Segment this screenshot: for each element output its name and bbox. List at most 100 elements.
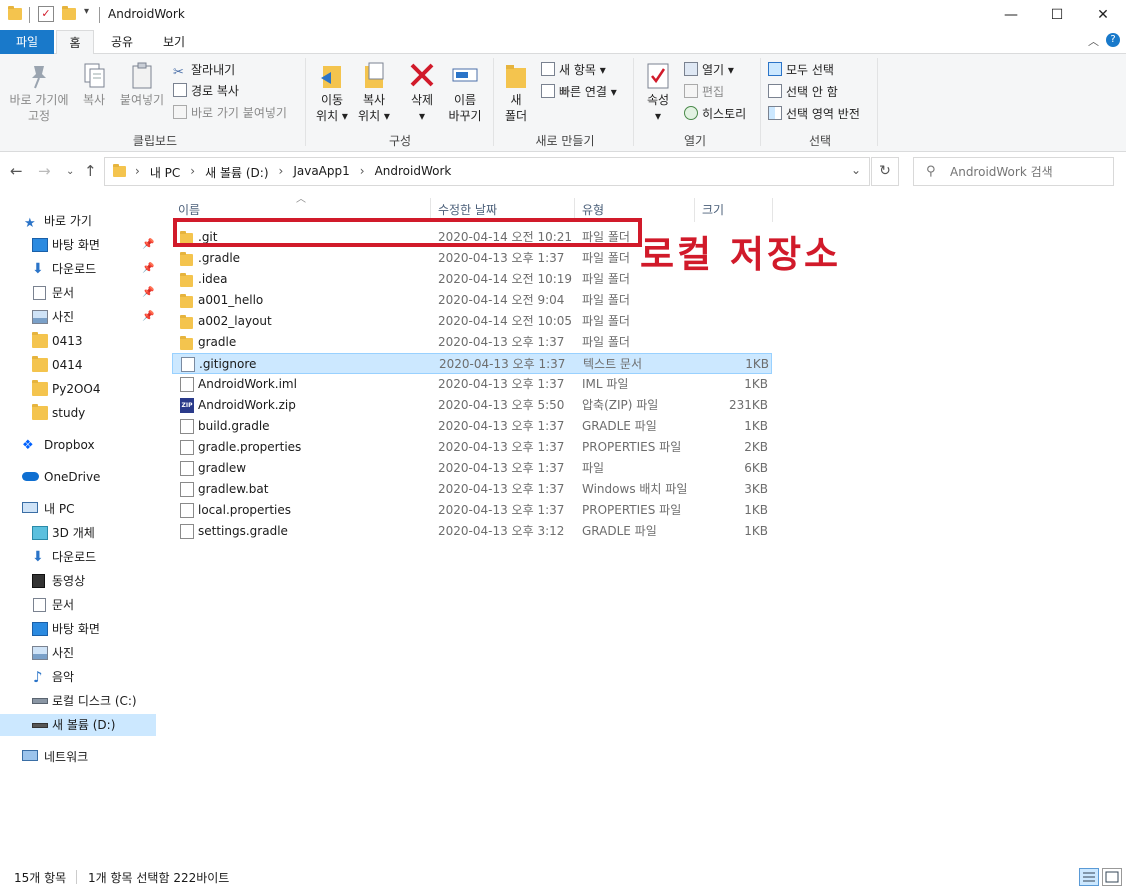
paste-shortcut-button[interactable]: 바로 가기 붙여넣기 <box>173 103 287 123</box>
nav-onedrive[interactable]: OneDrive <box>0 466 156 488</box>
tab-share[interactable]: 공유 <box>102 30 142 54</box>
nav-item-pc-pictures[interactable]: 사진 <box>0 642 156 664</box>
tab-file[interactable]: 파일 <box>0 30 54 54</box>
file-row[interactable]: build.gradle 2020-04-13 오후 1:37 GRADLE 파일 1… <box>172 416 772 437</box>
breadcrumb-volume-d[interactable]: 새 볼륨 (D:) <box>205 164 268 181</box>
new-folder-quick-icon[interactable] <box>62 6 76 20</box>
nav-item-folder-0414[interactable]: 0414 <box>0 354 156 376</box>
group-divider <box>305 58 306 146</box>
file-name: build.gradle <box>198 419 270 433</box>
nav-item-folder-0413[interactable]: 0413 <box>0 330 156 352</box>
file-type: GRADLE 파일 <box>582 524 657 538</box>
column-divider[interactable] <box>772 198 773 222</box>
select-none-button[interactable]: 선택 안 함 <box>768 82 838 102</box>
nav-label: study <box>52 406 86 420</box>
tab-view[interactable]: 보기 <box>152 30 196 54</box>
pin-icon[interactable]: 📌 <box>142 258 154 280</box>
nav-item-documents[interactable]: 문서 📌 <box>0 282 156 304</box>
breadcrumb-javaapp1[interactable]: JavaApp1 <box>293 164 349 181</box>
refresh-button[interactable]: ↻ <box>871 157 899 186</box>
film-icon <box>32 574 45 588</box>
pin-icon[interactable]: 📌 <box>142 234 154 256</box>
new-item-button[interactable]: 새 항목 ▾ <box>541 60 606 80</box>
invert-selection-button[interactable]: 선택 영역 반전 <box>768 104 860 124</box>
nav-item-downloads[interactable]: ⬇ 다운로드 📌 <box>0 258 156 280</box>
forward-arrow-icon[interactable]: → <box>38 162 51 180</box>
nav-item-local-disk-c[interactable]: 로컬 디스크 (C:) <box>0 690 156 712</box>
file-date: 2020-04-14 오전 10:05 <box>438 314 573 328</box>
pin-icon[interactable]: 📌 <box>142 306 154 328</box>
up-arrow-icon[interactable]: ↑ <box>84 162 97 180</box>
column-header-size[interactable]: 크기 <box>702 198 724 222</box>
file-row[interactable]: a002_layout 2020-04-14 오전 10:05 파일 폴더 <box>172 311 772 332</box>
minimize-button[interactable]: — <box>988 0 1034 30</box>
pin-label-1: 바로 가기에 <box>9 93 69 107</box>
file-type: 파일 폴더 <box>582 272 630 286</box>
file-row[interactable]: gradle 2020-04-13 오후 1:37 파일 폴더 <box>172 332 772 353</box>
pin-to-quick-access-button[interactable]: 바로 가기에 고정 <box>4 60 74 124</box>
cut-button[interactable]: ✂ 잘라내기 <box>173 60 235 80</box>
edit-button[interactable]: 편집 <box>684 82 724 102</box>
nav-dropbox[interactable]: ❖ Dropbox <box>0 434 156 456</box>
address-bar[interactable]: › 내 PC › 새 볼륨 (D:) › JavaApp1 › AndroidW… <box>104 157 870 186</box>
close-button[interactable]: ✕ <box>1080 0 1126 30</box>
nav-item-pc-documents[interactable]: 문서 <box>0 594 156 616</box>
properties-icon <box>643 60 673 90</box>
customize-quick-access-icon[interactable]: ▾ <box>84 6 94 24</box>
delete-button[interactable]: 삭제 ▾ <box>404 60 440 124</box>
copy-to-button[interactable]: 복사 위치 ▾ <box>354 60 394 124</box>
help-icon[interactable]: ? <box>1106 33 1120 47</box>
search-box[interactable]: ⚲ <box>913 157 1114 186</box>
file-row[interactable]: ZIP AndroidWork.zip 2020-04-13 오후 5:50 압축(Z… <box>172 395 772 416</box>
details-view-button[interactable] <box>1079 868 1099 886</box>
nav-item-pc-downloads[interactable]: ⬇ 다운로드 <box>0 546 156 568</box>
file-row[interactable]: gradle.properties 2020-04-13 오후 1:37 PROPE… <box>172 437 772 458</box>
collapse-ribbon-icon[interactable]: ︿ <box>1088 33 1099 49</box>
nav-label: 사진 <box>52 646 75 660</box>
breadcrumb-androidwork[interactable]: AndroidWork <box>375 164 452 181</box>
nav-item-3d-objects[interactable]: 3D 개체 <box>0 522 156 544</box>
file-row[interactable]: AndroidWork.iml 2020-04-13 오후 1:37 IML 파일 1… <box>172 374 772 395</box>
address-dropdown-chevron-icon[interactable]: ⌄ <box>851 163 861 177</box>
open-button[interactable]: 열기 ▾ <box>684 60 734 80</box>
file-row[interactable]: settings.gradle 2020-04-13 오후 3:12 GRADLE … <box>172 521 772 542</box>
file-file-icon <box>180 524 194 539</box>
move-to-button[interactable]: 이동 위치 ▾ <box>312 60 352 124</box>
file-row[interactable]: .gitignore 2020-04-13 오후 1:37 텍스트 문서 1KB <box>172 353 772 374</box>
nav-item-pc-desktop[interactable]: 바탕 화면 <box>0 618 156 640</box>
file-row[interactable]: local.properties 2020-04-13 오후 1:37 PROPER… <box>172 500 772 521</box>
copy-button[interactable]: 복사 <box>76 60 112 108</box>
tab-home[interactable]: 홈 <box>56 30 94 55</box>
nav-network[interactable]: 네트워크 <box>0 746 156 768</box>
nav-quick-access[interactable]: ★ 바로 가기 <box>0 210 156 232</box>
select-all-button[interactable]: 모두 선택 <box>768 60 834 80</box>
large-icons-view-button[interactable] <box>1102 868 1122 886</box>
file-row[interactable]: gradlew 2020-04-13 오후 1:37 파일 6KB <box>172 458 772 479</box>
properties-button[interactable]: 속성 ▾ <box>639 60 677 124</box>
pin-icon[interactable]: 📌 <box>142 282 154 304</box>
properties-quick-icon[interactable]: ✓ <box>38 6 54 22</box>
back-arrow-icon[interactable]: ← <box>10 162 23 180</box>
file-row[interactable]: gradlew.bat 2020-04-13 오후 1:37 Windows 배치 … <box>172 479 772 500</box>
maximize-button[interactable]: ☐ <box>1034 0 1080 30</box>
nav-item-folder-py2oo4[interactable]: Py2OO4 <box>0 378 156 400</box>
history-button[interactable]: 히스토리 <box>684 104 746 124</box>
rename-button[interactable]: 이름 바꾸기 <box>443 60 487 124</box>
nav-item-pictures[interactable]: 사진 📌 <box>0 306 156 328</box>
recent-locations-chevron-icon[interactable]: ⌄ <box>66 166 74 177</box>
drive-icon <box>32 698 48 704</box>
copy-path-button[interactable]: 경로 복사 <box>173 81 239 101</box>
paste-button[interactable]: 붙여넣기 <box>114 60 170 108</box>
easy-access-button[interactable]: 빠른 연결 ▾ <box>541 82 617 102</box>
nav-item-folder-study[interactable]: study <box>0 402 156 424</box>
nav-item-music[interactable]: ♪ 음악 <box>0 666 156 688</box>
breadcrumb-this-pc[interactable]: 내 PC <box>150 164 180 181</box>
search-input[interactable] <box>950 163 1108 181</box>
nav-item-desktop[interactable]: 바탕 화면 📌 <box>0 234 156 256</box>
new-folder-button[interactable]: 새 폴더 <box>498 60 534 124</box>
nav-this-pc[interactable]: 내 PC <box>0 498 156 520</box>
column-divider[interactable] <box>694 198 695 222</box>
nav-item-videos[interactable]: 동영상 <box>0 570 156 592</box>
file-row[interactable]: a001_hello 2020-04-14 오전 9:04 파일 폴더 <box>172 290 772 311</box>
nav-item-volume-d[interactable]: 새 볼륨 (D:) <box>0 714 156 736</box>
